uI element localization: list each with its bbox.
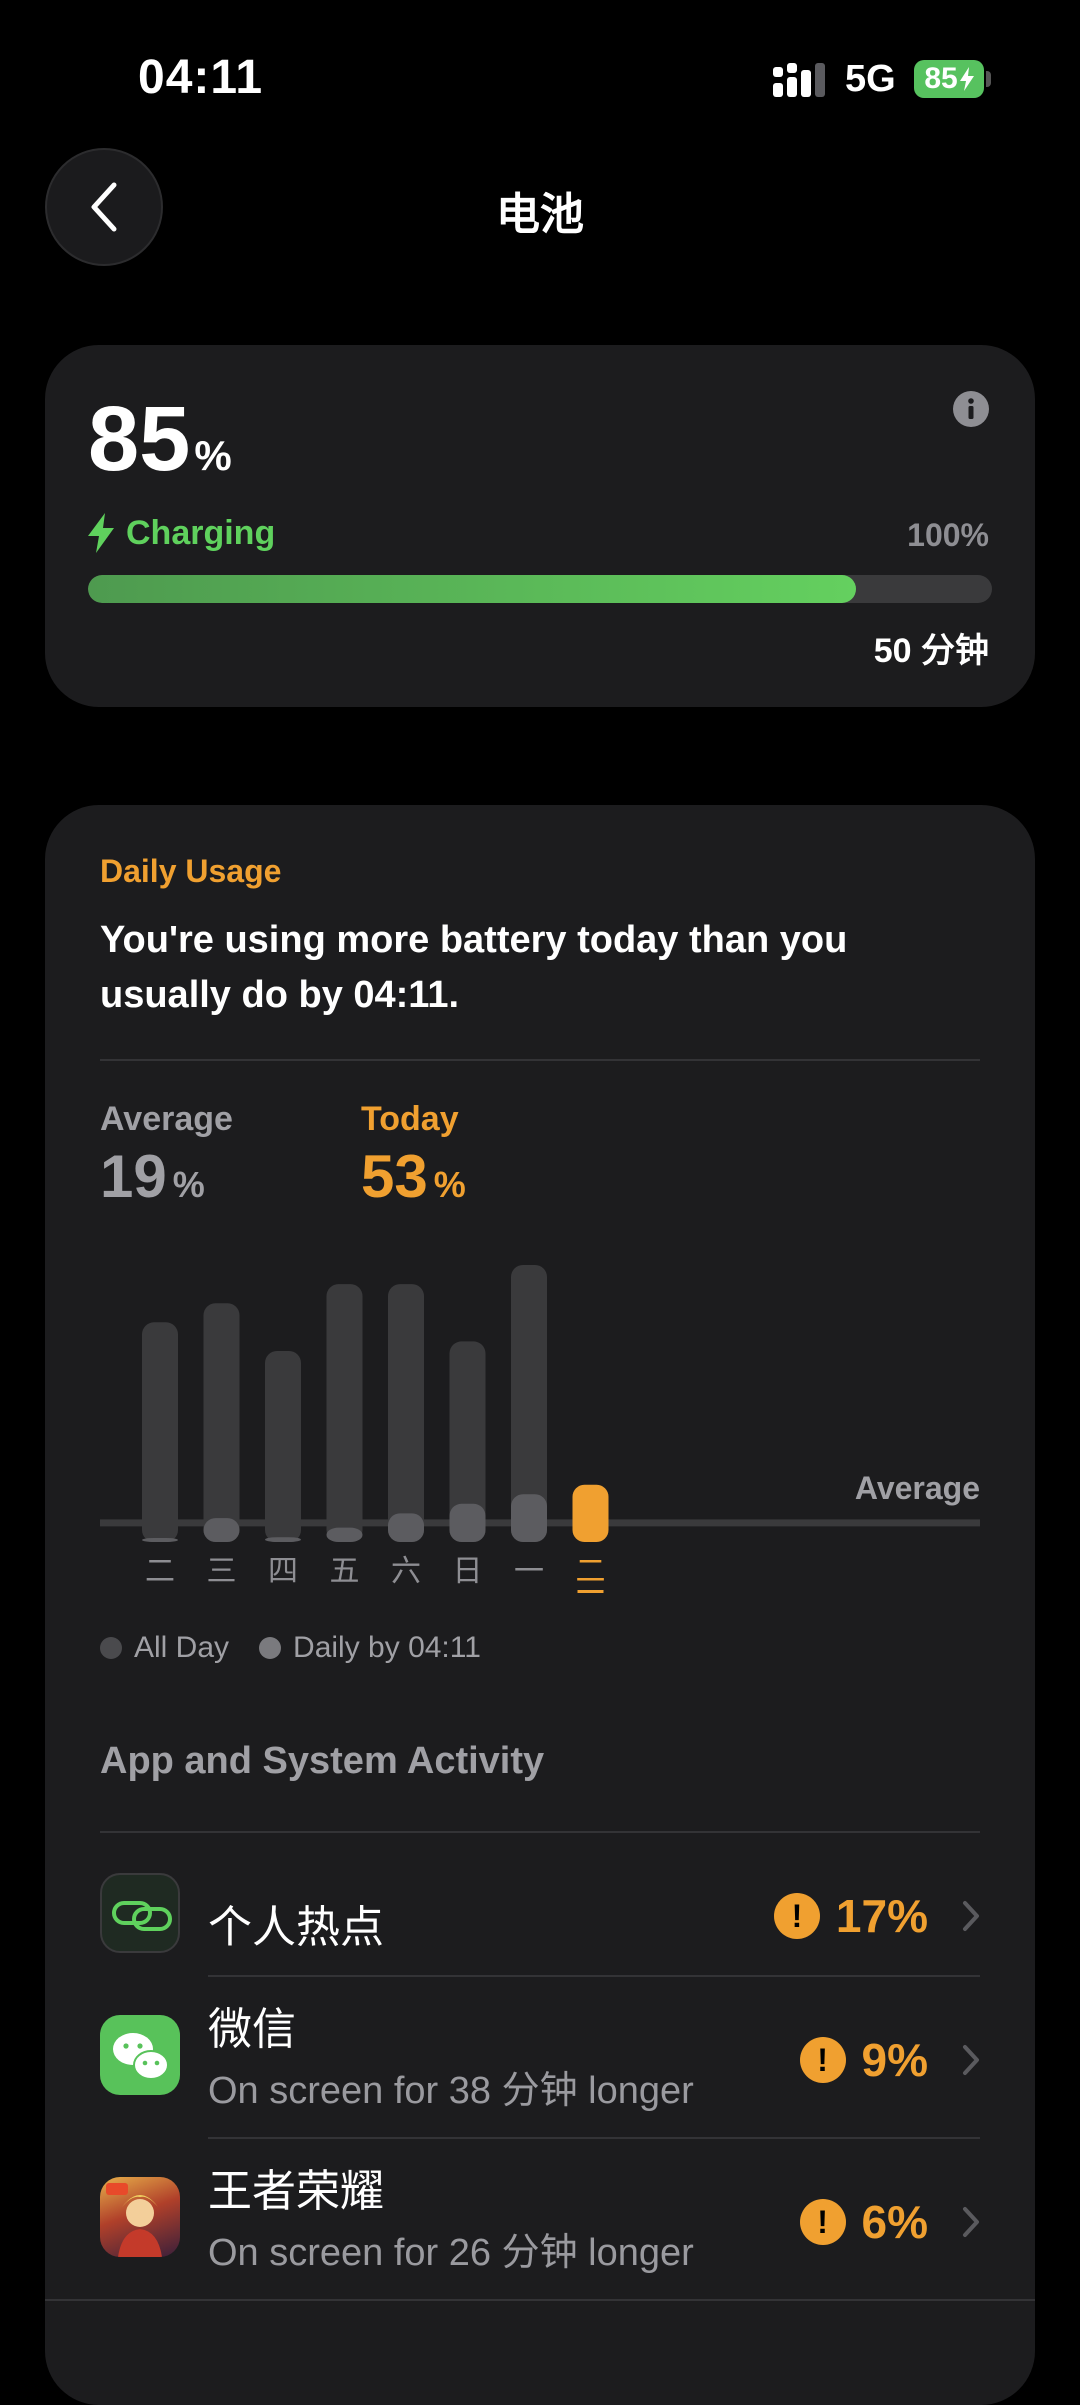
app-row-wechat[interactable]: 微信 On screen for 38 分钟 longer ! 9% xyxy=(100,1977,980,2135)
warning-icon: ! xyxy=(799,2037,846,2083)
bar-daily xyxy=(265,1537,301,1542)
chart-tick-label: 三 xyxy=(207,1554,237,1589)
activity-heading: App and System Activity xyxy=(100,1740,545,1782)
daily-usage-card: Daily Usage You're using more battery to… xyxy=(45,805,1035,2405)
charging-status: Charging xyxy=(88,513,275,553)
average-line-label: Average xyxy=(855,1470,980,1506)
app-usage: ! 6% xyxy=(799,2195,980,2249)
legend-label: Daily by 04:11 xyxy=(293,1631,481,1664)
warning-icon: ! xyxy=(799,2199,846,2245)
chart-tick-label: 五 xyxy=(330,1554,360,1589)
app-percent: 17% xyxy=(835,1890,928,1942)
chart-tick-label: 四 xyxy=(268,1554,298,1589)
chevron-right-icon xyxy=(963,2207,979,2237)
chevron-right-icon xyxy=(963,2045,979,2075)
wechat-icon xyxy=(100,2015,180,2095)
app-percent: 6% xyxy=(861,2196,928,2248)
bar-daily xyxy=(572,1484,609,1542)
app-percent: 9% xyxy=(861,2034,928,2086)
status-bar: 04:11 5G 85 xyxy=(0,0,1080,130)
app-usage: ! 17% xyxy=(773,1889,980,1943)
bar-all-day xyxy=(142,1322,178,1542)
app-subtitle: On screen for 26 分钟 longer xyxy=(208,2232,694,2274)
legend-dot xyxy=(100,1637,122,1659)
battery-level-unit: % xyxy=(194,432,232,479)
usage-message: You're using more battery today than you… xyxy=(100,919,848,1016)
chart-tick-label: 日 xyxy=(453,1554,483,1589)
warning-icon: ! xyxy=(773,1893,820,1939)
legend-dot xyxy=(259,1637,282,1659)
charging-bolt-icon xyxy=(959,67,974,91)
bar-all-day xyxy=(388,1284,424,1542)
battery-nub xyxy=(986,71,991,87)
bar-daily xyxy=(511,1494,547,1542)
divider xyxy=(100,1831,980,1833)
chart-tick-label: 二 xyxy=(576,1554,606,1589)
bar-all-day xyxy=(203,1303,240,1542)
app-subtitle: On screen for 38 分钟 longer xyxy=(208,2070,694,2112)
charging-label: Charging xyxy=(126,513,276,552)
time-to-full: 50 分钟 xyxy=(873,632,989,670)
battery-progress-bar xyxy=(88,575,992,603)
battery-level-value: 85 xyxy=(88,388,191,490)
average-number: 19 xyxy=(100,1143,167,1210)
divider xyxy=(100,1059,980,1061)
app-usage: ! 9% xyxy=(799,2033,980,2087)
bar-daily xyxy=(142,1538,178,1542)
bar-all-day xyxy=(511,1265,547,1542)
app-name: 王者荣耀 xyxy=(208,2167,384,2216)
battery-progress-fill xyxy=(88,575,857,603)
chart-legend: All Day Daily by 04:11 xyxy=(100,1631,495,1665)
daily-usage-label: Daily Usage xyxy=(100,853,282,889)
app-row-honor-of-kings[interactable]: 王者荣耀 On screen for 26 分钟 longer ! 6% xyxy=(100,2139,980,2297)
divider xyxy=(45,2299,1035,2301)
network-type: 5G xyxy=(845,58,896,100)
honor-of-kings-icon xyxy=(100,2177,180,2257)
hotspot-icon xyxy=(100,1873,180,1953)
battery-level: 85 % xyxy=(88,393,232,485)
today-stat: Today 53 % xyxy=(361,1100,466,1207)
legend-item-daily: Daily by 04:11 xyxy=(259,1631,481,1665)
today-value: 53 % xyxy=(361,1147,466,1207)
chevron-right-icon xyxy=(963,1901,979,1931)
bar-all-day xyxy=(449,1341,486,1542)
legend-label: All Day xyxy=(134,1631,230,1664)
chart-tick-label: 六 xyxy=(391,1554,421,1589)
cellular-signal-icon xyxy=(773,63,825,97)
today-unit: % xyxy=(433,1164,466,1205)
info-icon[interactable] xyxy=(953,391,989,427)
average-unit: % xyxy=(172,1164,205,1205)
bar-daily xyxy=(326,1527,363,1542)
legend-item-all-day: All Day xyxy=(100,1631,229,1665)
bolt-icon xyxy=(88,513,114,553)
charge-target-label: 100% xyxy=(907,517,989,553)
page-title: 电池 xyxy=(496,190,584,239)
bar-daily xyxy=(449,1503,486,1542)
bar-daily xyxy=(203,1518,240,1542)
app-name: 个人热点 xyxy=(208,1903,384,1952)
battery-status-card: 85 % Charging 100% 50 分钟 xyxy=(45,345,1035,707)
app-name: 微信 xyxy=(208,2005,296,2054)
chart-tick-label: 二 xyxy=(145,1554,175,1589)
app-row-hotspot[interactable]: 个人热点 ! 17% xyxy=(100,1853,980,1973)
status-battery: 85 xyxy=(914,60,984,98)
today-underline xyxy=(577,1590,604,1593)
chart-tick-label: 一 xyxy=(514,1554,544,1589)
bar-all-day xyxy=(265,1350,301,1542)
average-value: 19 % xyxy=(100,1147,233,1207)
average-stat: Average 19 % xyxy=(100,1100,233,1207)
bar-all-day xyxy=(326,1284,363,1542)
status-battery-level: 85 xyxy=(924,62,958,95)
status-time: 04:11 xyxy=(138,51,264,104)
bar-daily xyxy=(388,1513,424,1542)
today-number: 53 xyxy=(361,1143,428,1210)
average-label: Average xyxy=(100,1100,233,1138)
today-label: Today xyxy=(361,1100,459,1138)
